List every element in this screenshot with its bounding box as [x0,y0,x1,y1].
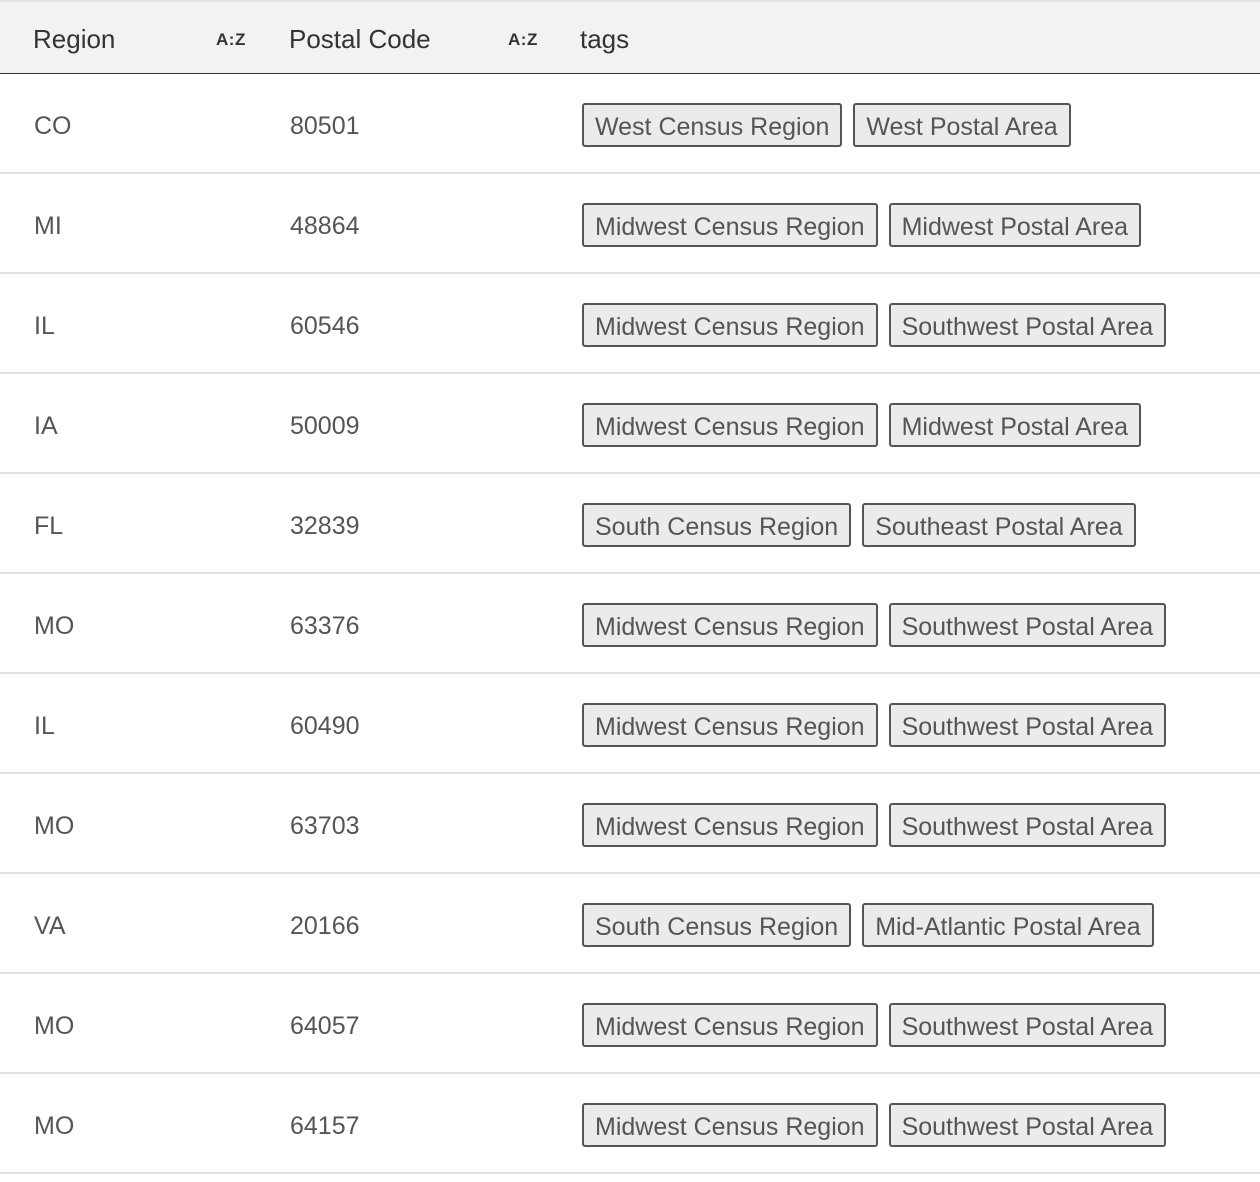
table-row[interactable]: MO 63703 Midwest Census Region Southwest Po… [0,774,1260,874]
table-row[interactable]: IA 50009 Midwest Census Region Midwest Post… [0,374,1260,474]
postal-code-cell: 64057 [290,1012,360,1040]
table-row[interactable]: IL 60490 Midwest Census Region Southwest Po… [0,674,1260,774]
table-row[interactable]: CO 80501 West Census Region West Postal Are… [0,74,1260,174]
tags-cell: Midwest Census Region Southwest Postal Ar… [582,1103,1167,1147]
column-header-postal-code[interactable]: Postal Code [289,2,431,74]
tag-chip[interactable]: Southwest Postal Area [888,803,1167,847]
tags-cell: West Census Region West Postal Area [582,103,1071,147]
region-cell: IL [34,312,55,340]
column-header-tags: tags [580,24,630,54]
tag-chip[interactable]: Midwest Census Region [582,703,878,747]
postal-code-cell: 63703 [290,812,360,840]
table-row[interactable]: MO 64157 Midwest Census Region Southwest Po… [0,1074,1260,1174]
postal-code-cell: 80501 [290,112,360,140]
tags-cell: South Census Region Southeast Postal Area [582,503,1136,547]
tag-chip[interactable]: Midwest Census Region [582,1003,878,1047]
region-cell: IA [34,412,58,440]
tag-chip[interactable]: West Census Region [582,103,843,147]
tag-chip[interactable]: Mid-Atlantic Postal Area [862,903,1154,947]
postal-code-cell: 64157 [290,1112,360,1140]
postal-code-cell: 60490 [290,712,360,740]
postal-code-cell: 50009 [290,412,360,440]
postal-code-cell: 32839 [290,512,360,540]
sort-postal-code-button[interactable]: A:Z [508,2,538,74]
table-body: CO 80501 West Census Region West Postal Are… [0,74,1260,1174]
table-row[interactable]: VA 20166 South Census Region Mid-Atlantic P… [0,874,1260,974]
tags-cell: Midwest Census Region Southwest Postal Ar… [582,303,1167,347]
tag-chip[interactable]: Southwest Postal Area [888,1103,1167,1147]
tags-cell: South Census Region Mid-Atlantic Postal A… [582,903,1154,947]
tag-chip[interactable]: Midwest Census Region [582,1103,878,1147]
tag-chip[interactable]: Southeast Postal Area [862,503,1136,547]
table-header: Region A:Z Postal Code A:Z tags [0,0,1260,74]
tag-chip[interactable]: Midwest Census Region [582,303,878,347]
postal-code-cell: 48864 [290,212,360,240]
tag-chip[interactable]: Midwest Census Region [582,403,878,447]
table-row[interactable]: MO 63376 Midwest Census Region Southwest Po… [0,574,1260,674]
tags-cell: Midwest Census Region Southwest Postal Ar… [582,1003,1167,1047]
region-cell: FL [34,512,64,540]
table-row[interactable]: MO 64057 Midwest Census Region Southwest Po… [0,974,1260,1074]
table-row[interactable]: IL 60546 Midwest Census Region Southwest Po… [0,274,1260,374]
region-cell: MO [34,1112,75,1140]
tag-chip[interactable]: Southwest Postal Area [888,703,1167,747]
region-cell: MI [34,212,62,240]
region-cell: MO [34,612,75,640]
tag-chip[interactable]: Midwest Census Region [582,203,878,247]
tag-chip[interactable]: Midwest Postal Area [888,203,1142,247]
region-cell: MO [34,812,75,840]
table-row[interactable]: MI 48864 Midwest Census Region Midwest Post… [0,174,1260,274]
column-header-region[interactable]: Region [33,2,115,74]
tag-chip[interactable]: South Census Region [582,903,852,947]
tag-chip[interactable]: Midwest Census Region [582,803,878,847]
tag-chip[interactable]: West Postal Area [853,103,1071,147]
postal-code-cell: 60546 [290,312,360,340]
tag-chip[interactable]: Southwest Postal Area [888,1003,1167,1047]
region-cell: CO [34,112,72,140]
data-table: Region A:Z Postal Code A:Z tags CO 80501 W… [0,0,1260,1174]
tag-chip[interactable]: Midwest Census Region [582,603,878,647]
region-cell: VA [34,912,66,940]
tag-chip[interactable]: Southwest Postal Area [888,303,1167,347]
postal-code-cell: 20166 [290,912,360,940]
tag-chip[interactable]: Midwest Postal Area [888,403,1142,447]
postal-code-cell: 63376 [290,612,360,640]
tags-cell: Midwest Census Region Southwest Postal Ar… [582,803,1167,847]
tags-cell: Midwest Census Region Southwest Postal Ar… [582,603,1167,647]
sort-region-button[interactable]: A:Z [216,2,246,74]
region-cell: MO [34,1012,75,1040]
table-row[interactable]: FL 32839 South Census Region Southeast Post… [0,474,1260,574]
region-cell: IL [34,712,55,740]
tags-cell: Midwest Census Region Midwest Postal Area [582,403,1142,447]
tags-cell: Midwest Census Region Southwest Postal Ar… [582,703,1167,747]
tag-chip[interactable]: South Census Region [582,503,852,547]
tag-chip[interactable]: Southwest Postal Area [888,603,1167,647]
tags-cell: Midwest Census Region Midwest Postal Area [582,203,1142,247]
